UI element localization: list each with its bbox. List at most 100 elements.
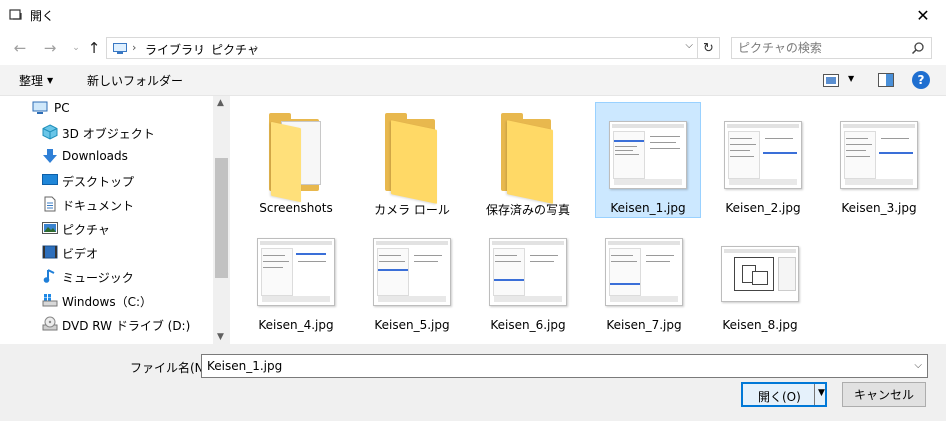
sidebar-item-pictures[interactable]: ピクチャ [0,216,212,240]
sidebar-item-desktop[interactable]: デスクトップ [0,168,212,192]
file-name: Screenshots [259,201,333,215]
address-bar-row: ← → ⌄ ↑ › ライブラリ › ピクチャ › ⌵ ↻ [0,31,946,65]
file-tile-keisen-7[interactable]: Keisen_7.jpg [592,220,698,336]
organize-label: 整理 [19,74,44,88]
dvd-icon [42,316,58,331]
chevron-down-icon[interactable]: ⌵ [914,360,922,371]
image-thumbnail [251,228,341,314]
organize-button[interactable]: 整理 ▼ [19,72,53,89]
3d-objects-icon [42,124,58,140]
library-icon [113,43,127,54]
search-input[interactable] [738,40,898,56]
file-name: 保存済みの写真 [485,203,570,217]
document-icon [44,196,56,212]
refresh-button[interactable]: ↻ [698,37,720,59]
search-box[interactable] [731,37,932,59]
title-bar: 開く ✕ [0,0,946,31]
refresh-icon: ↻ [703,40,714,56]
desktop-icon [42,174,58,185]
cancel-button[interactable]: キャンセル [842,382,926,407]
file-name: カメラ ロール [374,203,450,217]
filename-value[interactable]: Keisen_1.jpg [207,359,282,373]
navigation-pane: PC 3D オブジェクト Downloads デスクトップ ドキュメント ピクチ… [0,96,230,344]
sidebar-item-downloads[interactable]: Downloads [0,144,212,168]
file-tile-camera-roll[interactable]: カメラ ロール [360,103,466,219]
sidebar-item-3d-objects[interactable]: 3D オブジェクト [0,120,212,144]
file-tile-keisen-5[interactable]: Keisen_5.jpg [360,220,466,336]
file-tile-keisen-8[interactable]: Keisen_8.jpg [708,220,814,336]
file-tile-screenshots[interactable]: Screenshots [244,103,350,219]
view-options-icon[interactable] [823,74,839,87]
folder-icon [367,111,457,204]
drive-icon [42,294,58,307]
sidebar-item-label: ミュージック [62,271,134,285]
breadcrumb-pictures[interactable]: ピクチャ [211,41,259,58]
sidebar-item-label: デスクトップ [62,175,135,189]
chevron-down-icon[interactable]: ⌵ [685,40,693,51]
sidebar-item-label: DVD RW ドライブ (D:) [62,319,191,333]
file-tile-keisen-6[interactable]: Keisen_6.jpg [476,220,582,336]
file-name: Keisen_5.jpg [374,318,450,332]
sidebar-item-label: Windows（C:） [62,295,152,309]
app-icon [9,9,22,20]
search-icon [911,42,924,55]
scrollbar-thumb[interactable] [215,158,228,278]
breadcrumb-separator: › [199,41,204,54]
scroll-up-icon[interactable]: ▲ [217,98,224,108]
close-button[interactable]: ✕ [900,0,946,31]
sidebar-item-windows-c[interactable]: Windows（C:） [0,288,212,312]
image-thumbnail [367,228,457,314]
new-folder-button[interactable]: 新しいフォルダー [87,72,183,89]
download-icon [43,149,57,163]
sidebar-item-label: ドキュメント [62,199,135,213]
image-thumbnail [715,228,805,314]
window-title: 開く [30,9,55,23]
address-bar[interactable]: › ライブラリ › ピクチャ › ⌵ [106,37,698,59]
caret-down-icon[interactable]: ▼ [818,388,825,398]
breadcrumb-separator: › [132,41,137,54]
sidebar-item-label: ピクチャ [62,223,110,237]
sidebar-item-pc[interactable]: PC [0,96,212,120]
filename-field[interactable]: Keisen_1.jpg ⌵ [201,354,928,378]
preview-pane-icon[interactable] [878,73,894,87]
file-name: Keisen_6.jpg [490,318,566,332]
image-thumbnail [483,228,573,314]
help-icon[interactable]: ? [912,71,930,89]
file-name: Keisen_3.jpg [841,201,917,215]
file-name: Keisen_7.jpg [606,318,682,332]
sidebar-item-label: 3D オブジェクト [62,127,155,141]
pc-icon [32,101,48,114]
sidebar-item-documents[interactable]: ドキュメント [0,192,212,216]
file-tile-keisen-1[interactable]: Keisen_1.jpg [595,102,701,218]
sidebar-item-label: ビデオ [62,247,99,261]
pictures-icon [42,222,58,234]
file-tile-saved-pictures[interactable]: 保存済みの写真 [476,103,582,219]
file-name: Keisen_4.jpg [258,318,334,332]
file-tile-keisen-4[interactable]: Keisen_4.jpg [244,220,350,336]
caret-down-icon: ▼ [47,76,54,85]
scroll-down-icon[interactable]: ▼ [217,332,224,342]
file-list: Screenshots カメラ ロール 保存済みの写真 Keisen_1.jpg… [231,96,946,344]
command-bar: 整理 ▼ 新しいフォルダー ▼ ? [0,65,946,96]
folder-icon [483,111,573,204]
image-thumbnail [603,111,693,197]
music-icon [43,269,55,283]
image-thumbnail [834,111,924,197]
open-button[interactable]: 開く(O) ▼ [741,382,827,407]
caret-down-icon[interactable]: ▼ [848,74,854,83]
forward-arrow-icon[interactable]: → [42,39,58,57]
sidebar-item-dvd[interactable]: DVD RW ドライブ (D:) [0,312,212,336]
up-arrow-icon[interactable]: ↑ [86,39,102,57]
file-name: Keisen_8.jpg [722,318,798,332]
breadcrumb-libraries[interactable]: ライブラリ [145,41,205,58]
back-arrow-icon[interactable]: ← [12,39,28,57]
sidebar-item-music[interactable]: ミュージック [0,264,212,288]
sidebar-item-videos[interactable]: ビデオ [0,240,212,264]
file-tile-keisen-2[interactable]: Keisen_2.jpg [711,103,817,219]
sidebar-scrollbar[interactable]: ▲ ▼ [213,96,230,344]
sidebar-item-label: PC [54,101,70,115]
recent-locations-icon[interactable]: ⌄ [68,40,84,56]
image-thumbnail [718,111,808,197]
file-tile-keisen-3[interactable]: Keisen_3.jpg [827,103,933,219]
folder-icon [251,111,341,203]
